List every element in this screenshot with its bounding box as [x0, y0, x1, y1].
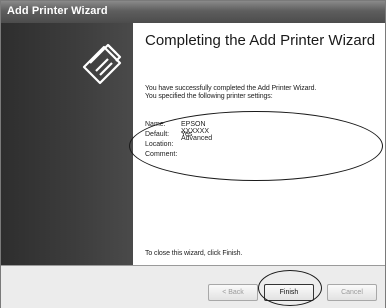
- intro-text-line1: You have successfully completed the Add …: [145, 85, 317, 92]
- title-bar[interactable]: Add Printer Wizard: [1, 1, 385, 23]
- wizard-sidebar: [1, 23, 133, 265]
- close-hint-text: To close this wizard, click Finish.: [145, 250, 243, 257]
- button-bar: < Back Finish Cancel: [1, 265, 385, 308]
- setting-label: Name:: [145, 121, 166, 128]
- setting-label: Default:: [145, 131, 170, 138]
- finish-button[interactable]: Finish: [264, 284, 314, 301]
- setting-value: Yes: [181, 131, 193, 138]
- add-printer-wizard-window: Add Printer Wizard Completing the Add Pr…: [0, 0, 386, 308]
- back-button[interactable]: < Back: [208, 284, 258, 301]
- window-title: Add Printer Wizard: [7, 5, 108, 17]
- page-title: Completing the Add Printer Wizard: [145, 32, 376, 49]
- setting-label: Location:: [145, 141, 174, 148]
- printer-icon: [82, 43, 122, 85]
- cancel-button[interactable]: Cancel: [327, 284, 377, 301]
- setting-label: Comment:: [145, 151, 178, 158]
- intro-text-line2: You specified the following printer sett…: [145, 93, 273, 100]
- wizard-content: Completing the Add Printer Wizard You ha…: [133, 23, 385, 265]
